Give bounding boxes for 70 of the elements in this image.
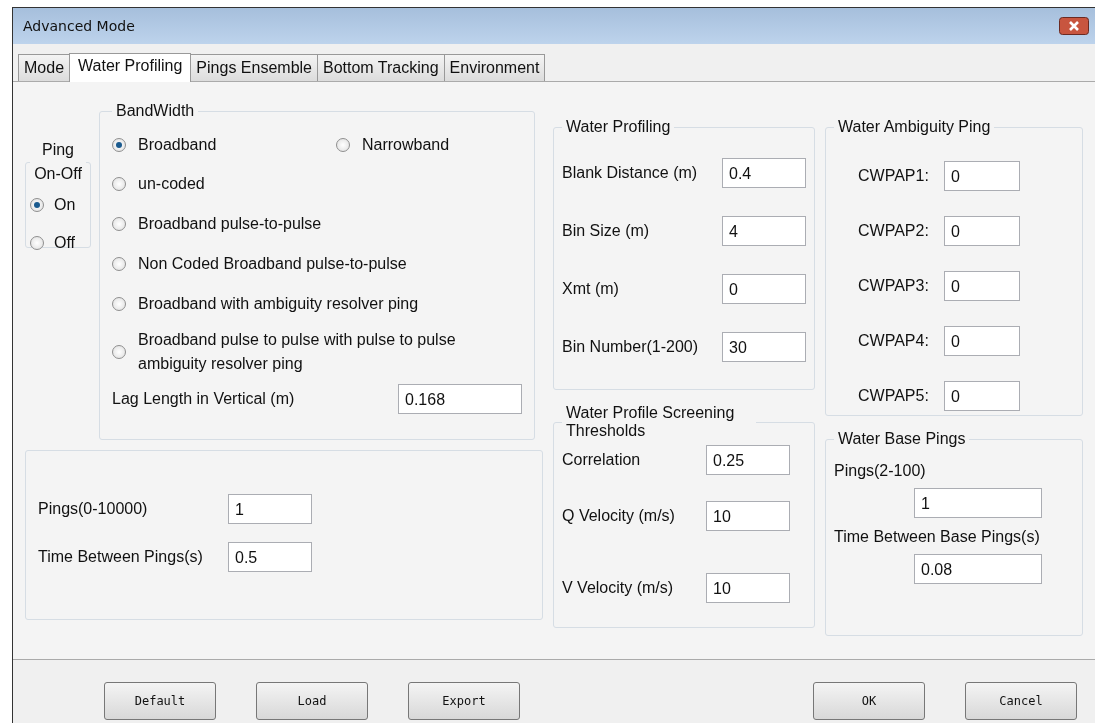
group-title: Water Base Pings [837,430,967,448]
dialog-button[interactable]: OK [813,682,925,720]
dialog-button[interactable]: Load [256,682,368,720]
field-label: Pings(0-10000) [38,500,149,518]
field-label: Time Between Base Pings(s) [834,528,1041,546]
field-label: CWPAP3: [857,276,930,295]
field-label: Time Between Pings(s) [38,548,204,566]
tab[interactable]: Environment [443,54,546,81]
input-field[interactable]: 0.5 [228,542,312,572]
radio-button[interactable] [30,236,44,250]
radio-label: Broadband with ambiguity resolver ping [138,295,419,313]
field-label: Lag Length in Vertical (m) [112,390,295,408]
field-label: CWPAP4: [857,331,930,350]
group-title: Water Profile Screening Thresholds [565,404,736,440]
radio-label: Non Coded Broadband pulse-to-pulse [138,255,407,273]
input-field[interactable]: 0 [944,160,1020,191]
field-label: Bin Number(1-200) [562,338,700,356]
tab[interactable]: Water Profiling [69,53,192,82]
group-title: Ping On-Off [33,140,83,184]
group-title: BandWidth [115,102,196,120]
dialog-button[interactable]: Default [104,682,216,720]
radio-button[interactable] [112,177,126,191]
input-field[interactable]: 4 [722,216,806,246]
group-title: Water Ambiguity Ping [837,118,992,136]
field-label: Blank Distance (m) [562,164,699,182]
field-label: Pings(2-100) [834,462,927,480]
field-label: CWPAP1: [857,166,930,185]
input-field[interactable]: 1 [228,494,312,524]
input-field[interactable]: 0 [944,215,1020,246]
dialog-button[interactable]: Cancel [965,682,1077,720]
radio-button[interactable] [112,345,126,359]
dialog-button[interactable]: Export [408,682,520,720]
radio-button[interactable] [30,198,44,212]
close-icon[interactable] [1059,17,1089,35]
input-field[interactable]: 0.4 [722,158,806,188]
radio-label: Broadband [138,136,217,154]
radio-button[interactable] [112,217,126,231]
field-label: CWPAP2: [857,221,930,240]
input-field[interactable]: 0.168 [398,384,522,414]
input-field[interactable]: 10 [706,573,790,603]
radio-button[interactable] [112,257,126,271]
group-title: Water Profiling [565,118,672,136]
radio-label: un-coded [138,175,205,193]
radio-label: Broadband pulse to pulse with pulse to pulse ambiguity resolver ping [138,330,457,374]
input-field[interactable]: 0 [944,380,1020,411]
field-label: Xmt (m) [562,280,620,298]
tab[interactable]: Bottom Tracking [317,54,445,81]
input-field[interactable]: 0.25 [706,445,790,475]
input-field[interactable]: 0 [944,270,1020,301]
radio-label: On [54,196,76,214]
input-field[interactable]: 0 [722,274,806,304]
input-field[interactable]: 0.08 [914,554,1042,584]
radio-label: Broadband pulse-to-pulse [138,215,322,233]
field-label: Correlation [562,451,642,469]
input-field[interactable]: 1 [914,488,1042,518]
field-label: CWPAP5: [857,386,930,405]
field-label: Q Velocity (m/s) [562,507,676,525]
input-field[interactable]: 10 [706,501,790,531]
input-field[interactable]: 30 [722,332,806,362]
radio-label: Off [54,234,76,252]
input-field[interactable]: 0 [944,325,1020,356]
window-title: Advanced Mode [23,18,135,34]
radio-button[interactable] [112,138,126,152]
radio-button[interactable] [112,297,126,311]
field-label: Bin Size (m) [562,222,651,240]
field-label: V Velocity (m/s) [562,579,675,597]
tab[interactable]: Mode [18,54,71,81]
tab[interactable]: Pings Ensemble [190,54,318,81]
radio-label: Narrowband [362,136,450,154]
radio-button[interactable] [336,138,350,152]
